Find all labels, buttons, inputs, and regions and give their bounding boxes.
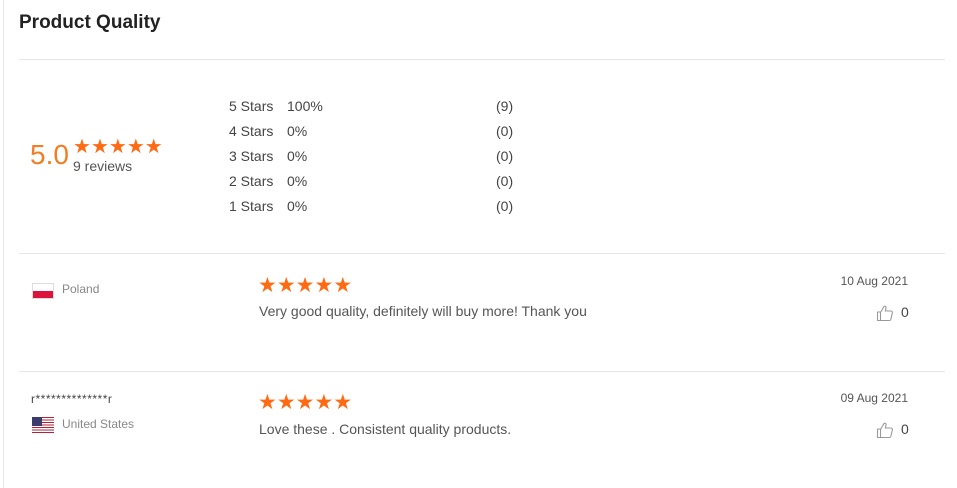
star-level-label: 3 Stars [229, 148, 274, 164]
reviews-panel [3, 0, 957, 488]
like-count: 0 [901, 421, 909, 437]
star-icon: ★ [314, 391, 334, 414]
flag-canton [32, 417, 42, 426]
star-level-count: (0) [496, 148, 514, 164]
star-level-count: (9) [496, 98, 514, 114]
thumbs-up-icon [876, 422, 893, 439]
star-icon: ★ [295, 274, 315, 297]
star-level-percent: 0% [287, 173, 308, 189]
star-icon: ★ [314, 274, 334, 297]
star-level-count: (0) [496, 198, 514, 214]
review-date: 10 Aug 2021 [840, 274, 908, 288]
section-title: Product Quality [19, 12, 161, 33]
review-date: 09 Aug 2021 [840, 391, 908, 405]
review-count: 9 reviews [73, 158, 133, 174]
star-icon: ★ [276, 391, 296, 414]
like-button[interactable]: 0 [876, 304, 916, 324]
star-level-count: (0) [496, 123, 514, 139]
star-icon: ★ [258, 391, 277, 414]
star-level-label: 2 Stars [229, 173, 274, 189]
review-stars: ★★★★★ [258, 274, 353, 297]
like-button[interactable]: 0 [876, 421, 916, 441]
star-icon: ★ [258, 274, 277, 297]
star-icon: ★ [90, 136, 109, 158]
reviewer-name: r**************r [31, 392, 113, 406]
review-stars: ★★★★★ [258, 391, 353, 414]
star-level-percent: 0% [287, 148, 308, 164]
reviewer-country: Poland [62, 282, 100, 296]
reviewer-country: United States [62, 417, 135, 431]
star-level-label: 4 Stars [229, 123, 274, 139]
star-icon: ★ [144, 136, 163, 158]
flag-united-states-icon [32, 417, 54, 433]
star-icon: ★ [126, 136, 145, 158]
divider [19, 59, 945, 60]
star-icon: ★ [333, 274, 353, 297]
star-icon: ★ [73, 136, 91, 158]
star-icon: ★ [108, 136, 127, 158]
star-level-label: 5 Stars [229, 98, 274, 114]
star-level-percent: 0% [287, 123, 308, 139]
average-stars: ★★★★★ [73, 137, 163, 157]
star-level-label: 1 Stars [229, 198, 274, 214]
star-icon: ★ [295, 391, 315, 414]
star-level-count: (0) [496, 173, 514, 189]
review-text: Love these . Consistent quality products… [259, 421, 512, 437]
review-text: Very good quality, definitely will buy m… [259, 303, 587, 319]
star-level-percent: 100% [287, 98, 323, 114]
thumbs-up-icon [876, 305, 893, 322]
star-icon: ★ [333, 391, 353, 414]
like-count: 0 [901, 304, 909, 320]
average-rating: 5.0 [30, 139, 69, 170]
star-level-percent: 0% [287, 198, 308, 214]
divider [19, 253, 945, 254]
divider [19, 371, 945, 372]
flag-poland-icon [32, 283, 54, 299]
star-icon: ★ [276, 274, 296, 297]
